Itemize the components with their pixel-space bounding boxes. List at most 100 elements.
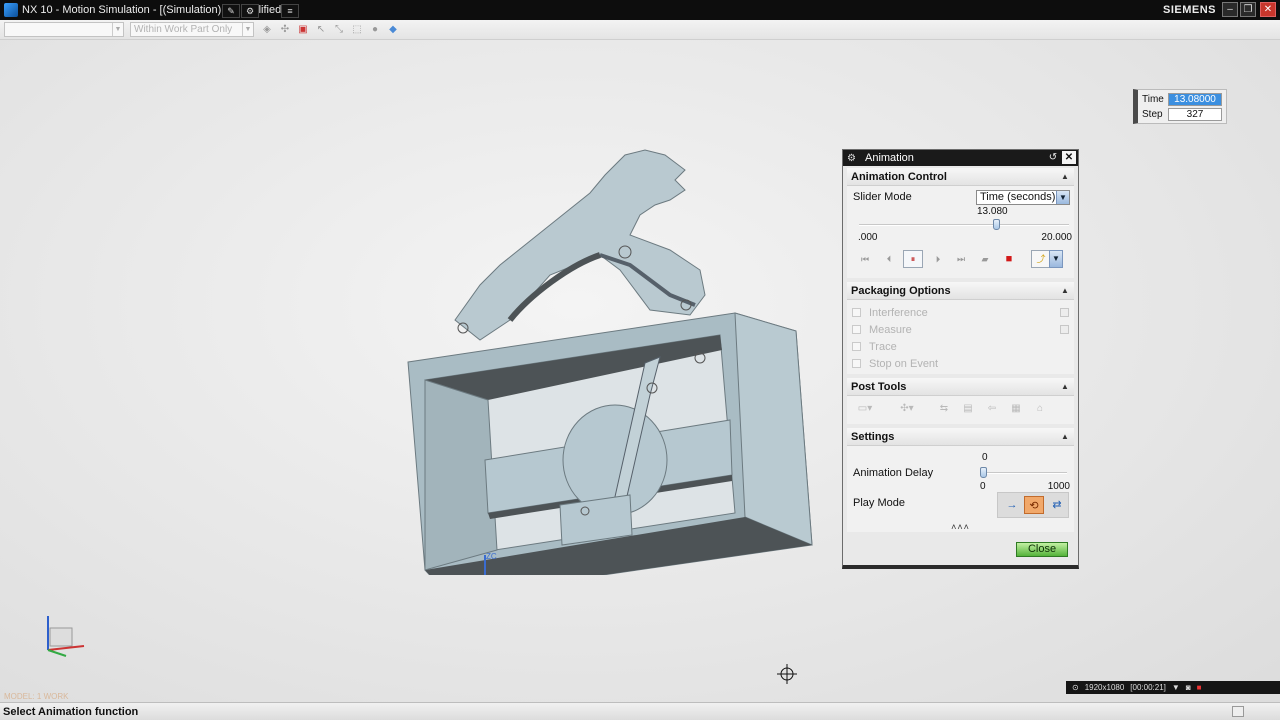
animation-control-body: Slider Mode Time (seconds) ▼ 13.080 .000… bbox=[847, 186, 1074, 278]
title-bar: NX 10 - Motion Simulation - [(Simulation… bbox=[0, 0, 1280, 20]
arrow-tool-icon[interactable]: ⇦ bbox=[983, 400, 1001, 417]
chevron-down-icon[interactable]: ▼ bbox=[1049, 250, 1063, 268]
section-title: Packaging Options bbox=[851, 284, 951, 297]
step-field[interactable]: 327 bbox=[1168, 108, 1222, 121]
time-slider[interactable] bbox=[859, 224, 1069, 226]
section-packaging-options[interactable]: Packaging Options ▲ bbox=[847, 282, 1074, 300]
arm-part bbox=[454, 149, 706, 341]
trace-checkbox[interactable] bbox=[852, 342, 861, 351]
mechanism-model[interactable]: ZC XC YC bbox=[400, 145, 820, 575]
graphics-viewport[interactable]: ZC XC YC MODEL: 1 WORK bbox=[0, 40, 1280, 702]
close-button[interactable]: Close bbox=[1016, 542, 1068, 557]
slider-mode-select[interactable]: Time (seconds) ▼ bbox=[976, 189, 1070, 205]
recorder-resolution: 1920x1080 bbox=[1084, 683, 1125, 692]
settings-box-icon[interactable] bbox=[1060, 308, 1069, 317]
status-message: Select Animation function bbox=[3, 705, 139, 718]
cube-icon[interactable]: ◆ bbox=[386, 24, 400, 36]
camera-icon[interactable]: ◙ bbox=[1186, 683, 1191, 692]
chevron-down-icon: ▼ bbox=[1056, 190, 1069, 204]
type-filter-combo[interactable]: ▼ bbox=[4, 22, 124, 37]
play-mode-label: Play Mode bbox=[853, 497, 905, 509]
point-icon[interactable]: ✣ bbox=[278, 24, 292, 36]
export-icon[interactable]: ▰ bbox=[975, 250, 995, 268]
collapse-icon[interactable]: ▲ bbox=[1060, 172, 1070, 182]
ping-pong-icon[interactable]: ⇄ bbox=[1047, 496, 1067, 514]
scope-combo[interactable]: Within Work Part Only ▼ bbox=[130, 22, 254, 37]
animation-delay-label: Animation Delay bbox=[853, 467, 934, 479]
time-slider-thumb[interactable] bbox=[993, 219, 1001, 230]
chevron-down-icon: ▼ bbox=[242, 23, 253, 36]
collapse-icon[interactable]: ▲ bbox=[1060, 432, 1070, 442]
gear-icon[interactable]: ⚙ bbox=[847, 153, 859, 164]
lasso-icon[interactable]: ⤡ bbox=[332, 24, 346, 36]
playback-controls: ⏮ ⏴ ⏸ ⏵ ⏭ ▰ ■ ⤴ ▼ bbox=[855, 250, 1075, 270]
collapse-icon[interactable]: ▲ bbox=[1060, 286, 1070, 296]
play-once-icon[interactable]: → bbox=[1002, 496, 1022, 514]
rewind-to-start-icon[interactable]: ⏮ bbox=[855, 250, 875, 268]
rectangle-select-icon[interactable]: ⬚ bbox=[350, 24, 364, 36]
select-filter-icon[interactable]: ▣ bbox=[296, 24, 310, 36]
trace-option[interactable]: Trace bbox=[847, 338, 1074, 355]
settings-box-icon[interactable] bbox=[1060, 325, 1069, 334]
status-panel-icon[interactable] bbox=[1232, 706, 1244, 717]
stop-icon[interactable]: ■ bbox=[999, 250, 1019, 268]
close-icon[interactable]: ✕ bbox=[1062, 151, 1076, 164]
chevron-down-icon[interactable]: ▼ bbox=[1172, 683, 1180, 692]
reset-icon[interactable]: ↺ bbox=[1046, 151, 1060, 164]
selection-toolbar: ▼ Within Work Part Only ▼ ◈ ✣ ▣ ↖ ⤡ ⬚ ● … bbox=[0, 20, 1280, 40]
fast-forward-icon[interactable]: ⏭ bbox=[951, 250, 971, 268]
time-field[interactable]: 13.08000 bbox=[1168, 93, 1222, 106]
animation-delay-slider[interactable] bbox=[983, 472, 1067, 474]
dialog-title: Animation bbox=[865, 152, 914, 164]
step-forward-icon[interactable]: ⏵ bbox=[928, 250, 948, 268]
animation-delay-thumb[interactable] bbox=[980, 467, 987, 478]
post-tools-body: ▭▾ ✣▾ ⇆ ▤ ⇦ ▦ ⌂ bbox=[847, 396, 1074, 424]
section-settings[interactable]: Settings ▲ bbox=[847, 428, 1074, 446]
section-animation-control[interactable]: Animation Control ▲ bbox=[847, 168, 1074, 186]
minimize-button[interactable]: – bbox=[1222, 2, 1238, 17]
recorder-icon[interactable]: ⊙ bbox=[1072, 683, 1079, 692]
pause-icon[interactable]: ⏸ bbox=[903, 250, 923, 268]
triad-zc-label: ZC bbox=[486, 552, 497, 561]
measure-checkbox[interactable] bbox=[852, 325, 861, 334]
animation-dialog: ⚙ Animation ↺ ✕ Animation Control ▲ Slid… bbox=[842, 149, 1079, 569]
sphere-icon[interactable]: ● bbox=[368, 24, 382, 36]
stop-on-event-option[interactable]: Stop on Event bbox=[847, 355, 1074, 372]
record-icon[interactable]: ■ bbox=[1197, 683, 1202, 692]
envelope-icon[interactable]: ▤ bbox=[959, 400, 977, 417]
chevron-down-icon: ▼ bbox=[112, 23, 123, 36]
loop-mode-icon[interactable]: ⤴ bbox=[1031, 250, 1051, 268]
dialog-title-bar[interactable]: ⚙ Animation ↺ ✕ bbox=[843, 150, 1078, 166]
loop-icon[interactable]: ⟲ bbox=[1024, 496, 1044, 514]
export-result-icon[interactable]: ⇆ bbox=[935, 400, 953, 417]
recorder-time: [00:00:21] bbox=[1130, 683, 1166, 692]
pen-icon[interactable]: ✎ bbox=[222, 4, 240, 18]
interference-option[interactable]: Interference bbox=[847, 304, 1074, 321]
stop-on-event-checkbox[interactable] bbox=[852, 359, 861, 368]
graph-icon[interactable]: ▭▾ bbox=[853, 400, 877, 417]
gear-icon[interactable]: ⚙ bbox=[241, 4, 259, 18]
collapse-icon[interactable]: ▲ bbox=[1060, 382, 1070, 392]
siemens-brand: SIEMENS bbox=[1162, 4, 1216, 16]
snap-icon[interactable]: ◈ bbox=[260, 24, 274, 36]
home-icon[interactable]: ⌂ bbox=[1031, 400, 1049, 417]
marker-icon[interactable]: ✣▾ bbox=[895, 400, 919, 417]
maximize-button[interactable]: ❐ bbox=[1240, 2, 1256, 17]
delay-min: 0 bbox=[980, 481, 986, 492]
section-post-tools[interactable]: Post Tools ▲ bbox=[847, 378, 1074, 396]
view-triad-icon[interactable] bbox=[40, 610, 92, 662]
interference-checkbox[interactable] bbox=[852, 308, 861, 317]
section-title: Settings bbox=[851, 430, 895, 443]
lock-icon[interactable]: ▦ bbox=[1007, 400, 1025, 417]
step-back-icon[interactable]: ⏴ bbox=[879, 250, 899, 268]
more-options-toggle[interactable]: ˄˄˄ bbox=[843, 522, 1078, 532]
option-label: Stop on Event bbox=[869, 357, 939, 370]
close-window-button[interactable]: ✕ bbox=[1260, 2, 1276, 17]
packaging-options-body: Interference Measure Trace Stop on Event bbox=[847, 300, 1074, 374]
status-bar: Select Animation function bbox=[0, 702, 1280, 720]
measure-option[interactable]: Measure bbox=[847, 321, 1074, 338]
step-label: Step bbox=[1142, 109, 1163, 120]
menu-icon[interactable]: ≡ bbox=[281, 4, 299, 18]
arrow-select-icon[interactable]: ↖ bbox=[314, 24, 328, 36]
section-title: Post Tools bbox=[851, 380, 907, 393]
